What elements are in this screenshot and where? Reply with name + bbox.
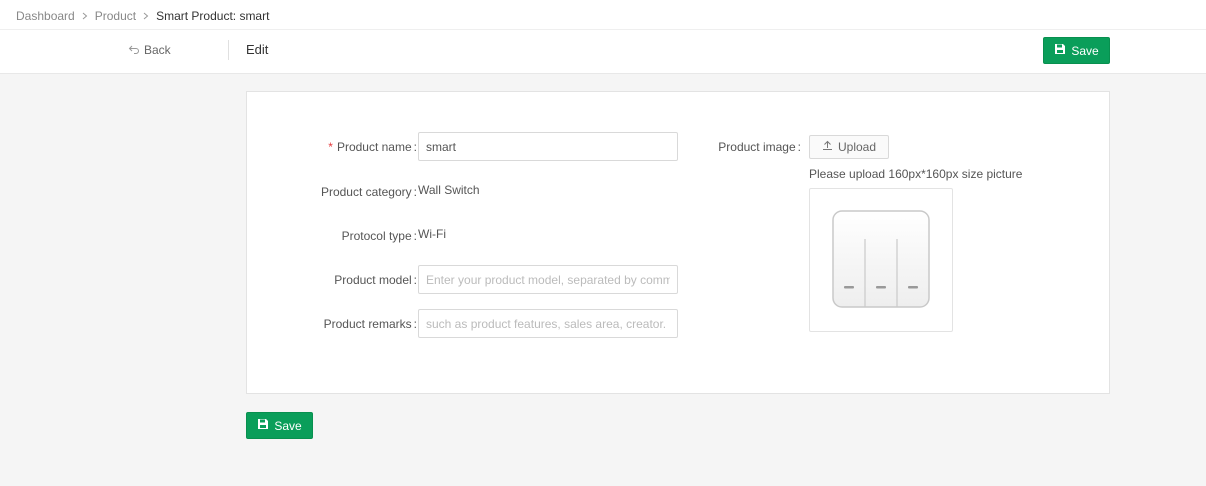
breadcrumb-product[interactable]: Product: [95, 9, 136, 23]
save-icon: [1054, 43, 1066, 58]
upload-hint: Please upload 160px*160px size picture: [809, 167, 1023, 181]
upload-icon: [822, 140, 833, 154]
product-remarks-label: Product remarks:: [323, 317, 417, 331]
save-label: Save: [1071, 43, 1099, 58]
save-button-bottom[interactable]: Save: [246, 412, 313, 439]
product-category-value: Wall Switch: [418, 183, 480, 197]
page-title: Edit: [246, 42, 269, 57]
required-asterisk: *: [328, 140, 333, 154]
vertical-divider: [228, 40, 229, 60]
upload-button[interactable]: Upload: [809, 135, 889, 159]
breadcrumb-current: Smart Product: smart: [156, 9, 270, 23]
product-image-preview[interactable]: [809, 188, 953, 332]
wall-switch-image-icon: [831, 209, 931, 312]
product-model-label: Product model:: [334, 273, 417, 287]
chevron-right-icon: [77, 8, 93, 24]
breadcrumb-dashboard[interactable]: Dashboard: [16, 9, 75, 23]
product-remarks-input[interactable]: [418, 309, 678, 338]
product-name-label: * Product name:: [328, 140, 417, 154]
product-model-input[interactable]: [418, 265, 678, 294]
product-image-label: Product image:: [718, 140, 801, 154]
upload-label: Upload: [837, 140, 877, 154]
product-form-card: *Product name: Product category: Wall Sw…: [246, 91, 1110, 394]
divider: [0, 29, 1206, 30]
back-label: Back: [144, 43, 171, 57]
top-bar: Dashboard Product Smart Product: smart B…: [0, 0, 1206, 74]
protocol-type-label: Protocol type:: [341, 229, 417, 243]
product-category-label: Product category:: [320, 185, 417, 199]
breadcrumb: Dashboard Product Smart Product: smart: [16, 8, 269, 24]
protocol-type-value: Wi-Fi: [418, 227, 446, 241]
chevron-right-icon: [138, 8, 154, 24]
back-button[interactable]: Back: [128, 42, 171, 58]
save-button-top[interactable]: Save: [1043, 37, 1110, 64]
back-arrow-icon: [128, 43, 140, 58]
save-label: Save: [274, 418, 302, 433]
save-icon: [257, 418, 269, 433]
